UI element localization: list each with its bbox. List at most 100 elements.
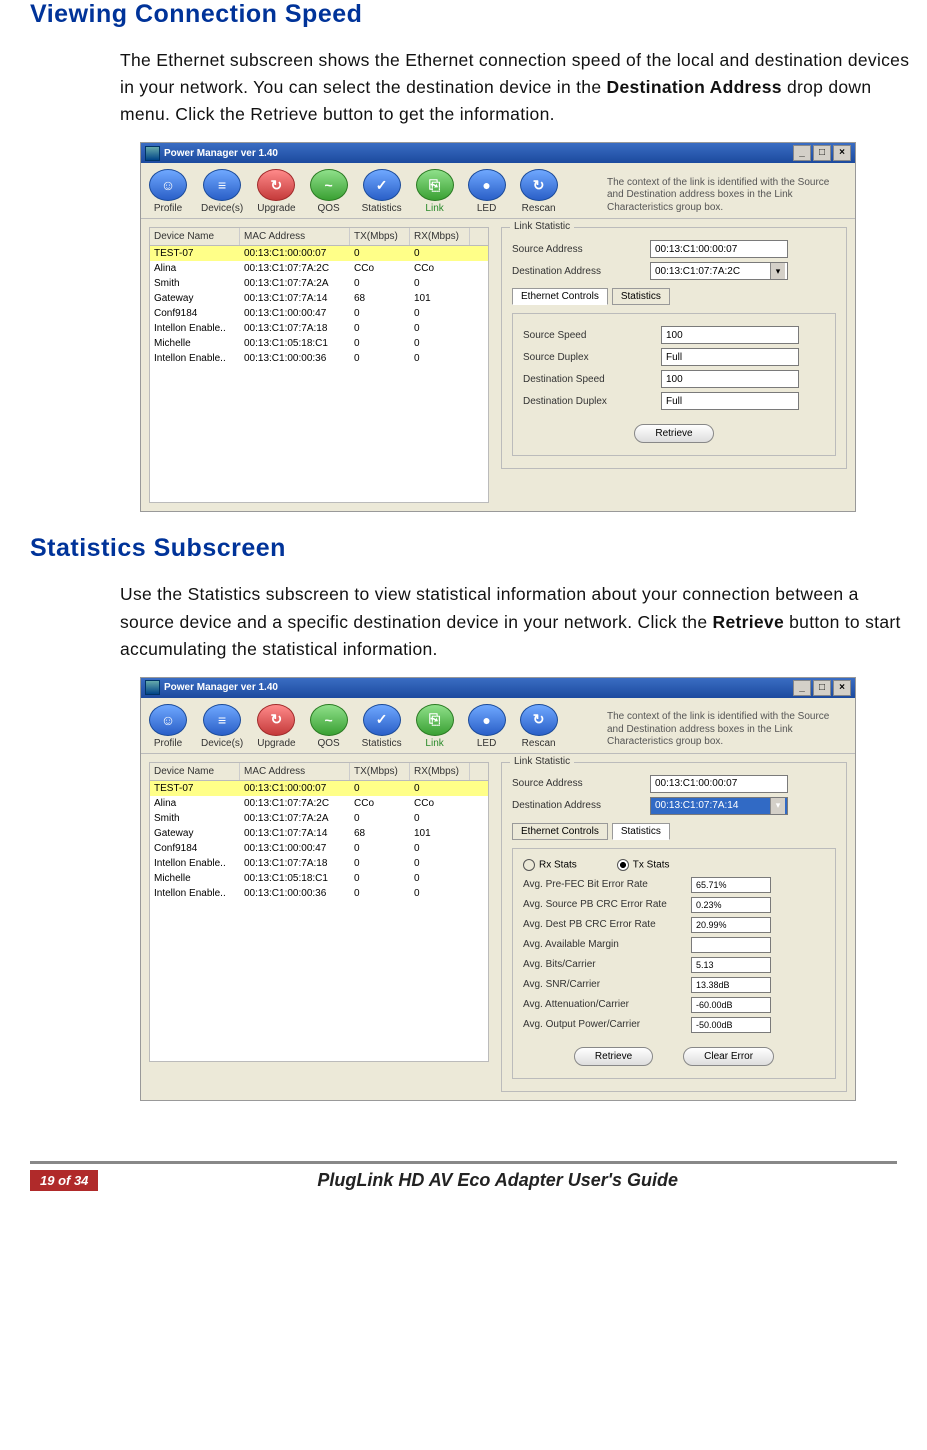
stat-label: Avg. Dest PB CRC Error Rate — [523, 919, 683, 930]
toolbar-rescan[interactable]: ↻ Rescan — [520, 169, 558, 214]
col-tx[interactable]: TX(Mbps) — [350, 228, 410, 245]
table-row[interactable]: Michelle00:13:C1:05:18:C100 — [150, 871, 488, 886]
toolbar-led[interactable]: ●LED — [468, 704, 506, 749]
table-row[interactable]: Intellon Enable..00:13:C1:00:00:3600 — [150, 351, 488, 366]
stat-label: Avg. Attenuation/Carrier — [523, 999, 683, 1010]
footer-title: PlugLink HD AV Eco Adapter User's Guide — [98, 1164, 897, 1197]
toolbar-rescan[interactable]: ↻Rescan — [520, 704, 558, 749]
destination-duplex-label: Destination Duplex — [523, 396, 653, 407]
screenshot-statistics: Power Manager ver 1.40 _ □ × ☺Profile ≡ D… — [140, 677, 856, 1101]
maximize-button[interactable]: □ — [813, 680, 831, 696]
table-row[interactable]: Alina00:13:C1:07:7A:2CCCoCCo — [150, 796, 488, 811]
col-tx[interactable]: TX(Mbps) — [350, 763, 410, 780]
col-name[interactable]: Device Name — [150, 763, 240, 780]
table-row[interactable]: Smith00:13:C1:07:7A:2A00 — [150, 811, 488, 826]
toolbar-upgrade[interactable]: ↻Upgrade — [257, 169, 295, 214]
titlebar[interactable]: Power Manager ver 1.40 _ □ × — [141, 143, 855, 163]
toolbar-led[interactable]: ●LED — [468, 169, 506, 214]
destination-address-dropdown[interactable]: 00:13:C1:07:7A:14 — [650, 797, 788, 815]
table-row[interactable]: Conf918400:13:C1:00:00:4700 — [150, 306, 488, 321]
stats-label: Statistics — [362, 203, 402, 214]
table-row[interactable]: Intellon Enable..00:13:C1:07:7A:1800 — [150, 321, 488, 336]
toolbar-stats[interactable]: ✓ Statistics — [362, 704, 402, 749]
destination-duplex-value: Full — [661, 392, 799, 410]
heading-statistics: Statistics Subscreen — [30, 534, 897, 563]
qos-label: QOS — [317, 203, 339, 214]
col-name[interactable]: Device Name — [150, 228, 240, 245]
group-title: Link Statistic — [510, 221, 574, 232]
profile-label: Profile — [154, 203, 182, 214]
col-rx[interactable]: RX(Mbps) — [410, 228, 470, 245]
tab-ethernet-controls[interactable]: Ethernet Controls — [512, 823, 608, 840]
toolbar-upgrade[interactable]: ↻Upgrade — [257, 704, 295, 749]
minimize-button[interactable]: _ — [793, 145, 811, 161]
table-row[interactable]: Michelle00:13:C1:05:18:C100 — [150, 336, 488, 351]
source-speed-label: Source Speed — [523, 330, 653, 341]
window-title: Power Manager ver 1.40 — [164, 682, 278, 693]
stat-value: 5.13 — [691, 957, 771, 973]
destination-address-dropdown[interactable]: 00:13:C1:07:7A:2C — [650, 262, 788, 280]
tab-ethernet-controls[interactable]: Ethernet Controls — [512, 288, 608, 305]
toolbar-stats[interactable]: ✓Statistics — [362, 169, 402, 214]
toolbar-link[interactable]: ⎘Link — [416, 704, 454, 749]
screenshot-ethernet: Power Manager ver 1.40 _ □ × ☺Profile ≡D… — [140, 142, 856, 512]
link-label: Link — [425, 738, 443, 749]
upgrade-label: Upgrade — [257, 738, 295, 749]
source-duplex-label: Source Duplex — [523, 352, 653, 363]
toolbar-devices[interactable]: ≡ Device(s) — [201, 704, 243, 749]
page-footer: 19 of 34 PlugLink HD AV Eco Adapter User… — [30, 1161, 897, 1197]
para-1: The Ethernet subscreen shows the Etherne… — [120, 47, 910, 128]
rescan-label: Rescan — [522, 203, 556, 214]
table-row[interactable]: Intellon Enable..00:13:C1:07:7A:1800 — [150, 856, 488, 871]
tx-stats-radio[interactable]: Tx Stats — [617, 859, 670, 871]
table-row[interactable]: Gateway00:13:C1:07:7A:1468101 — [150, 291, 488, 306]
toolbar-profile[interactable]: ☺Profile — [149, 169, 187, 214]
source-speed-value: 100 — [661, 326, 799, 344]
tx-label: Tx Stats — [633, 859, 670, 870]
retrieve-button[interactable]: Retrieve — [574, 1047, 653, 1066]
toolbar-link[interactable]: ⎘Link — [416, 169, 454, 214]
devices-label: Device(s) — [201, 738, 243, 749]
table-row[interactable]: Alina00:13:C1:07:7A:2CCCoCCo — [150, 261, 488, 276]
upgrade-icon: ↻ — [257, 169, 295, 201]
col-mac[interactable]: MAC Address — [240, 228, 350, 245]
tab-statistics[interactable]: Statistics — [612, 823, 670, 840]
stat-value: 20.99% — [691, 917, 771, 933]
toolbar-profile[interactable]: ☺Profile — [149, 704, 187, 749]
table-row[interactable]: Gateway00:13:C1:07:7A:1468101 — [150, 826, 488, 841]
rx-stats-radio[interactable]: Rx Stats — [523, 859, 577, 871]
minimize-button[interactable]: _ — [793, 680, 811, 696]
table-row[interactable]: Intellon Enable..00:13:C1:00:00:3600 — [150, 886, 488, 901]
maximize-button[interactable]: □ — [813, 145, 831, 161]
led-label: LED — [477, 203, 496, 214]
stat-label: Avg. Bits/Carrier — [523, 959, 683, 970]
stats-label: Statistics — [362, 738, 402, 749]
toolbar: ☺Profile ≡ Device(s) ↻Upgrade ~QOS ✓ Stati… — [141, 698, 855, 754]
stat-value: 0.23% — [691, 897, 771, 913]
titlebar[interactable]: Power Manager ver 1.40 _ □ × — [141, 678, 855, 698]
tab-statistics[interactable]: Statistics — [612, 288, 670, 305]
source-address-field[interactable]: 00:13:C1:00:00:07 — [650, 775, 788, 793]
device-table: Device Name MAC Address TX(Mbps) RX(Mbps… — [149, 762, 489, 1062]
table-row[interactable]: TEST-0700:13:C1:00:00:0700 — [150, 781, 488, 796]
retrieve-button[interactable]: Retrieve — [634, 424, 713, 443]
toolbar-qos[interactable]: ~QOS — [310, 704, 348, 749]
toolbar-devices[interactable]: ≡Device(s) — [201, 169, 243, 214]
clear-error-button[interactable]: Clear Error — [683, 1047, 774, 1066]
toolbar-qos[interactable]: ~QOS — [310, 169, 348, 214]
close-button[interactable]: × — [833, 680, 851, 696]
stats-icon: ✓ — [363, 704, 401, 736]
close-button[interactable]: × — [833, 145, 851, 161]
source-address-field[interactable]: 00:13:C1:00:00:07 — [650, 240, 788, 258]
table-row[interactable]: TEST-0700:13:C1:00:00:0700 — [150, 246, 488, 261]
profile-label: Profile — [154, 738, 182, 749]
devices-icon: ≡ — [203, 704, 241, 736]
rescan-icon: ↻ — [520, 169, 558, 201]
table-row[interactable]: Smith00:13:C1:07:7A:2A00 — [150, 276, 488, 291]
col-mac[interactable]: MAC Address — [240, 763, 350, 780]
para2-bold: Retrieve — [713, 612, 784, 632]
col-rx[interactable]: RX(Mbps) — [410, 763, 470, 780]
table-header: Device Name MAC Address TX(Mbps) RX(Mbps… — [149, 762, 489, 781]
table-row[interactable]: Conf918400:13:C1:00:00:4700 — [150, 841, 488, 856]
stat-label: Avg. Source PB CRC Error Rate — [523, 899, 683, 910]
